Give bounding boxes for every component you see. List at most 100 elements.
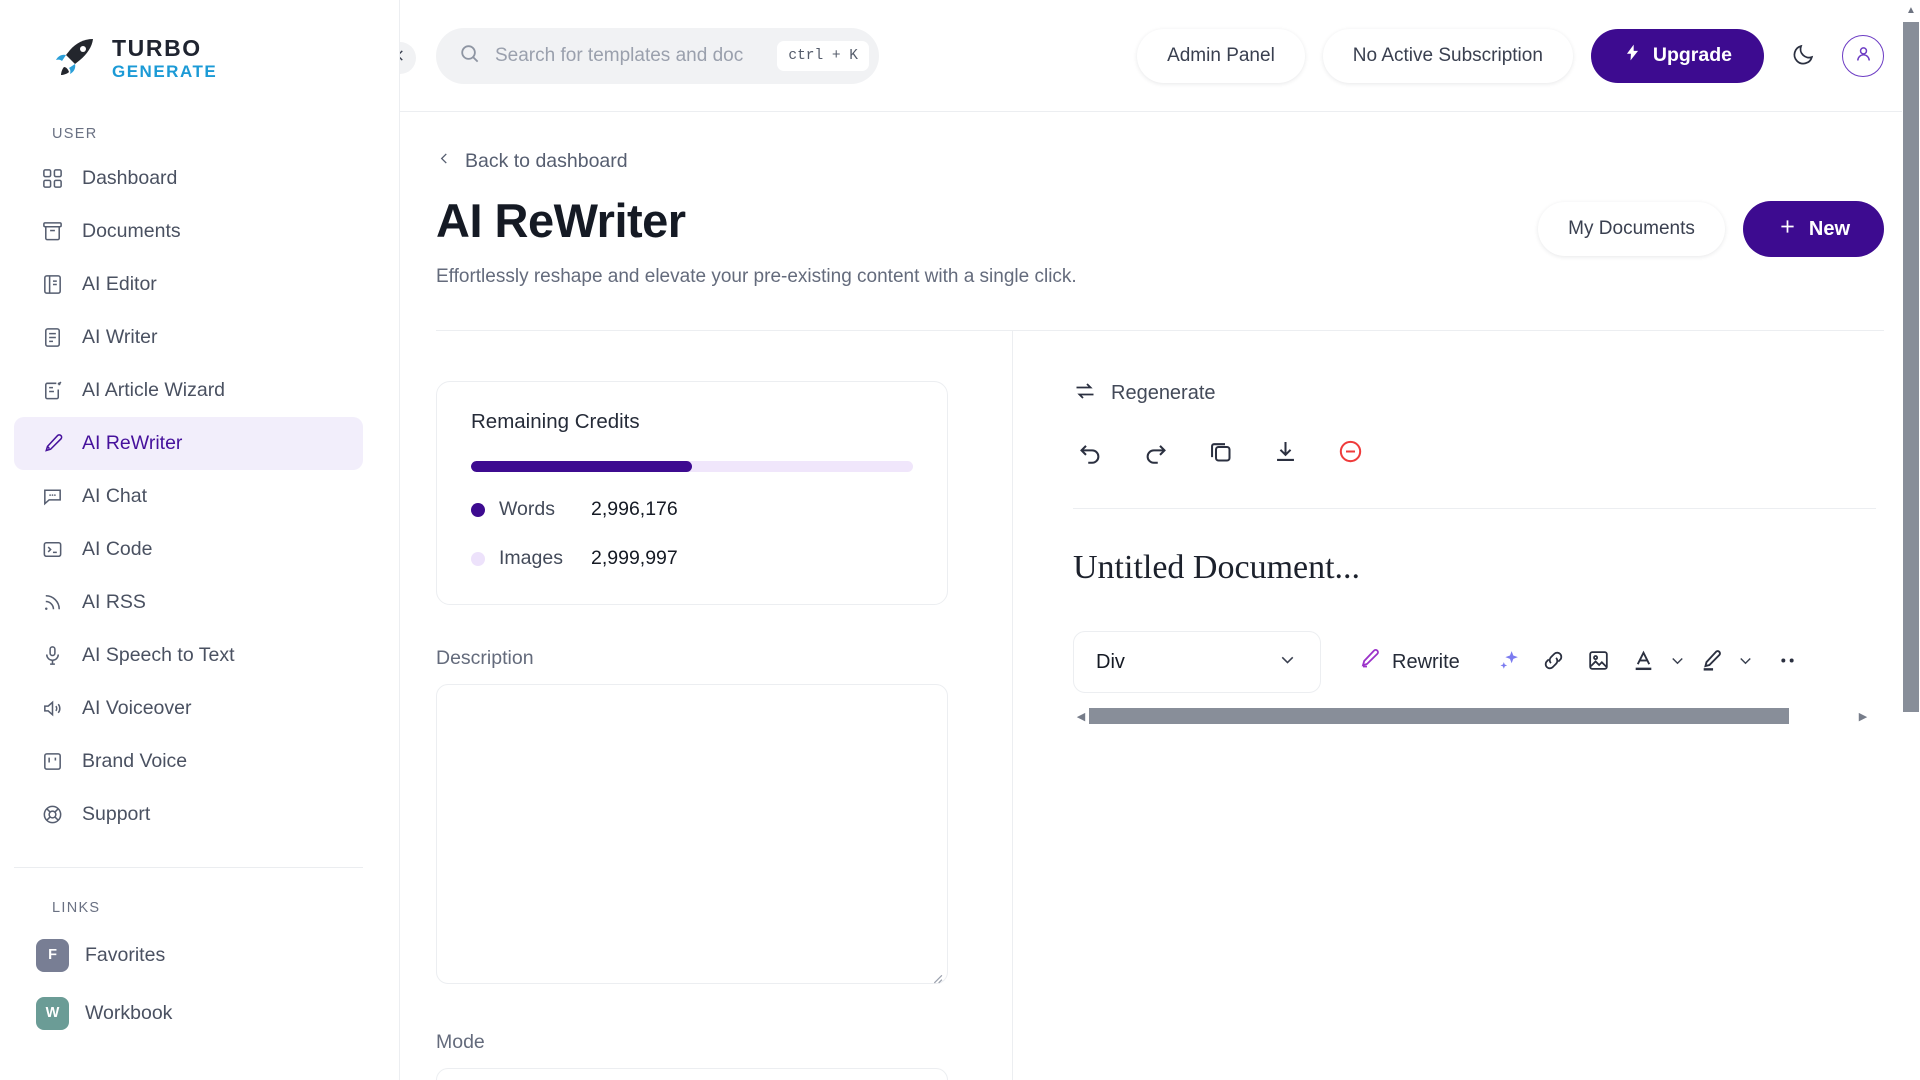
hscroll-thumb[interactable] (1089, 708, 1789, 724)
speaker-icon (40, 696, 65, 721)
page-header-actions: My Documents New (1538, 193, 1884, 257)
download-icon (1272, 438, 1299, 468)
search-bar[interactable]: ctrl + K (436, 27, 879, 84)
scroll-left-arrow-icon[interactable]: ◀ (1073, 710, 1089, 723)
sidebar-item-label: Dashboard (82, 167, 178, 189)
sidebar-link-label: Favorites (85, 943, 166, 966)
link-button[interactable] (1531, 642, 1576, 682)
sidebar-item-support[interactable]: Support (14, 788, 363, 841)
rewrite-button[interactable]: Rewrite (1357, 647, 1460, 677)
sidebar-section-user: USER (52, 126, 98, 142)
block-type-select[interactable]: Div (1073, 631, 1321, 693)
images-value: 2,999,997 (591, 547, 678, 569)
sidebar-item-label: AI Article Wizard (82, 379, 226, 401)
regenerate-button[interactable]: Regenerate (1073, 379, 1920, 408)
page-title: AI ReWriter (436, 194, 686, 247)
insert-image-button[interactable] (1576, 642, 1621, 682)
archive-icon (40, 219, 65, 244)
sidebar-item-label: AI Code (82, 538, 153, 560)
sidebar-nav: Dashboard Documents AI Editor AI Writer (0, 152, 399, 841)
mode-select[interactable]: Professional (436, 1068, 948, 1080)
link-icon (1541, 648, 1566, 676)
document-title[interactable]: Untitled Document... (1073, 549, 1920, 587)
description-input[interactable] (436, 684, 948, 984)
sidebar-link-workbook[interactable]: W Workbook (14, 984, 363, 1042)
sidebar-item-dashboard[interactable]: Dashboard (14, 152, 363, 205)
right-panel: Regenerate Untitled Document... Div Rewr… (1013, 331, 1920, 1080)
back-to-dashboard-link[interactable]: Back to dashboard (436, 150, 628, 173)
sidebar-item-label: Support (82, 803, 151, 825)
sidebar-links: F Favorites W Workbook (0, 926, 399, 1042)
search-icon (458, 42, 481, 70)
text-color-button[interactable] (1621, 642, 1666, 682)
my-documents-button[interactable]: My Documents (1538, 202, 1725, 256)
sidebar-item-ai-chat[interactable]: AI Chat (14, 470, 363, 523)
account-button[interactable] (1842, 34, 1884, 77)
sidebar-item-brand-voice[interactable]: Brand Voice (14, 735, 363, 788)
sidebar-item-documents[interactable]: Documents (14, 205, 363, 258)
sidebar-item-ai-editor[interactable]: AI Editor (14, 258, 363, 311)
lightning-bolt-icon (1623, 43, 1642, 68)
undo-button[interactable] (1073, 434, 1108, 472)
image-icon (1586, 648, 1611, 676)
brand-board-icon (40, 749, 65, 774)
lifebuoy-icon (40, 802, 65, 827)
sidebar-item-ai-rss[interactable]: AI RSS (14, 576, 363, 629)
subscription-status-button[interactable]: No Active Subscription (1322, 28, 1573, 83)
copy-icon (1207, 438, 1234, 468)
highlight-dropdown-button[interactable] (1734, 645, 1757, 679)
brand-name-top: TURBO (112, 34, 202, 61)
remaining-credits-card: Remaining Credits Words 2,996,176 Images… (436, 381, 948, 605)
sidebar-collapse-button[interactable] (400, 42, 416, 74)
sidebar-item-ai-rewriter[interactable]: AI ReWriter (14, 417, 363, 470)
sidebar-item-label: Brand Voice (82, 750, 188, 772)
chevron-left-icon (436, 150, 453, 173)
sidebar-item-label: AI Editor (82, 273, 157, 295)
sidebar-item-ai-writer[interactable]: AI Writer (14, 311, 363, 364)
microphone-icon (40, 643, 65, 668)
theme-toggle-button[interactable] (1782, 35, 1824, 77)
sidebar-item-ai-voiceover[interactable]: AI Voiceover (14, 682, 363, 735)
scroll-right-arrow-icon[interactable]: ▶ (1855, 710, 1871, 723)
sidebar-item-label: AI Voiceover (82, 697, 192, 719)
sidebar-item-ai-speech-to-text[interactable]: AI Speech to Text (14, 629, 363, 682)
credits-progress-fill (471, 461, 692, 472)
copy-button[interactable] (1203, 434, 1238, 472)
more-options-button[interactable] (1765, 642, 1810, 682)
scroll-up-arrow-icon[interactable]: ▲ (1906, 5, 1916, 16)
admin-panel-button[interactable]: Admin Panel (1137, 28, 1305, 83)
delete-button[interactable] (1333, 434, 1368, 472)
upgrade-label: Upgrade (1652, 44, 1732, 66)
sidebar-item-ai-code[interactable]: AI Code (14, 523, 363, 576)
editor-format-icons (1486, 642, 1810, 682)
vscroll-thumb[interactable] (1903, 22, 1919, 712)
new-document-button[interactable]: New (1742, 201, 1884, 257)
brand-logo[interactable]: TURBO GENERATE (0, 0, 399, 86)
main-area: ctrl + K Admin Panel No Active Subscript… (400, 0, 1920, 1080)
images-label: Images (499, 547, 563, 569)
ai-sparkle-button[interactable] (1486, 642, 1531, 682)
top-bar-actions: Admin Panel No Active Subscription Upgra… (1137, 28, 1884, 83)
pencil-icon (40, 431, 65, 456)
app-root: TURBO GENERATE USER Dashboard Documents (0, 0, 1920, 1080)
editor-horizontal-scrollbar[interactable]: ◀ ▶ (1073, 707, 1871, 725)
page-vertical-scrollbar[interactable]: ▲ (1902, 0, 1920, 1080)
chevron-down-icon (1277, 649, 1298, 676)
rewrite-label: Rewrite (1392, 650, 1460, 673)
download-button[interactable] (1268, 434, 1303, 472)
redo-button[interactable] (1138, 434, 1173, 472)
rss-icon (40, 590, 65, 615)
hscroll-track[interactable] (1089, 708, 1855, 724)
more-options-icon (1775, 648, 1800, 676)
user-avatar-icon (1853, 43, 1874, 69)
grid-icon (40, 166, 65, 191)
text-color-dropdown-button[interactable] (1666, 645, 1689, 679)
sidebar-item-ai-article-wizard[interactable]: AI Article Wizard (14, 364, 363, 417)
search-input[interactable] (495, 44, 764, 67)
upgrade-button[interactable]: Upgrade (1590, 28, 1764, 83)
document-actions-toolbar (1073, 434, 1920, 472)
sidebar-link-favorites[interactable]: F Favorites (14, 926, 363, 984)
credits-title: Remaining Credits (471, 410, 640, 433)
highlight-button[interactable] (1689, 642, 1734, 682)
document-text-icon (40, 325, 65, 350)
